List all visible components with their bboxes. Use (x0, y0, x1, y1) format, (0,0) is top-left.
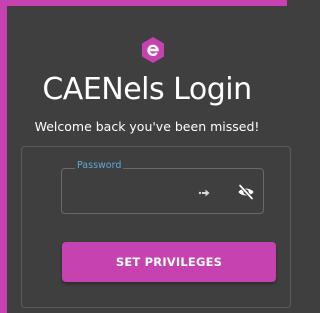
password-label: Password (75, 160, 124, 172)
password-input[interactable] (70, 181, 194, 203)
page-title: CAENels Login (42, 72, 252, 107)
login-card: Password SET PRIVILEGES (21, 146, 291, 308)
eye-off-icon[interactable] (237, 183, 255, 201)
keypass-arrow-icon[interactable] (198, 185, 212, 199)
set-privileges-button[interactable]: SET PRIVILEGES (62, 242, 276, 282)
caenels-logo-icon (141, 36, 165, 64)
login-window: CAENels Login Welcome back you've been m… (0, 0, 291, 313)
password-field[interactable] (61, 168, 264, 214)
page-subtitle: Welcome back you've been missed! (34, 119, 260, 134)
